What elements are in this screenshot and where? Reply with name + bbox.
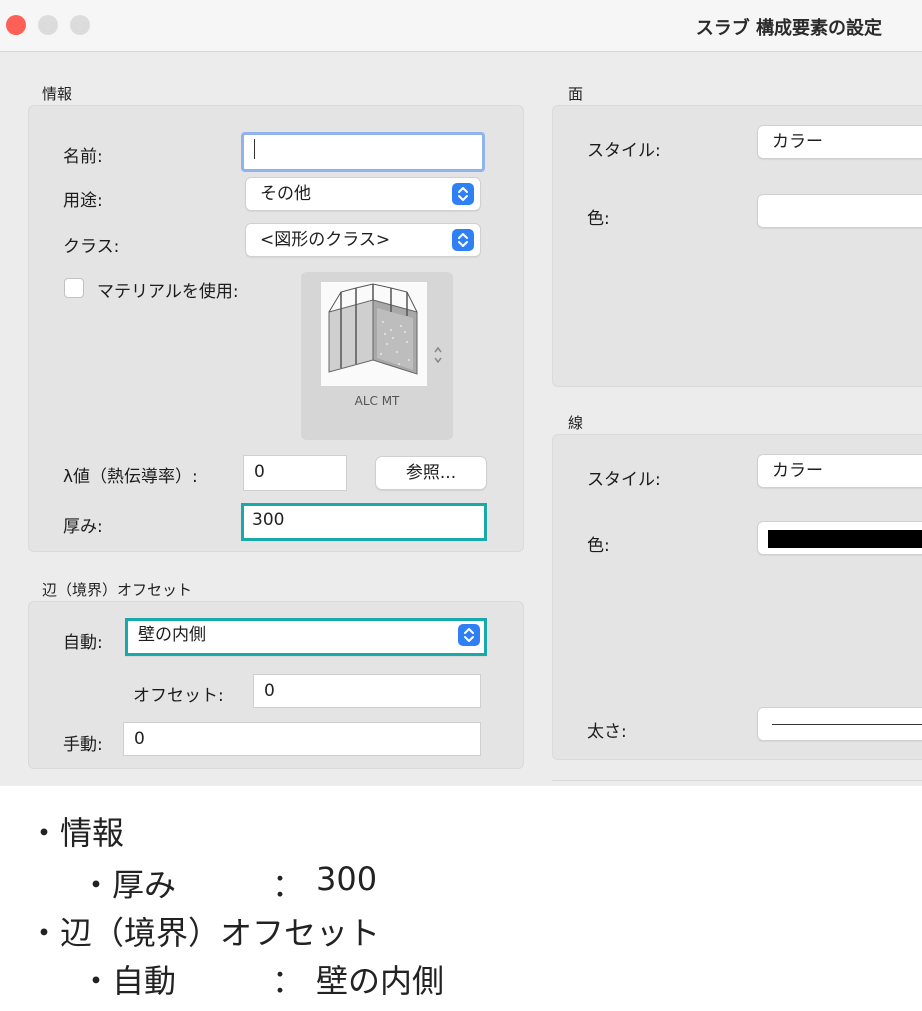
line-style-select[interactable]: カラー (757, 454, 922, 488)
use-select[interactable]: その他 (245, 177, 481, 211)
auto-value: 壁の内側 (138, 625, 206, 645)
thickness-label: 厚み: (63, 517, 103, 537)
chevron-up-down-icon (452, 229, 474, 251)
line-weight-sample (772, 724, 922, 725)
offset-group: 自動: 壁の内側 オフセット: 0 手動: 0 (28, 601, 524, 769)
lambda-label: λ値（熱伝導率）: (63, 467, 198, 487)
note-auto-label: ・自動 (80, 962, 177, 1000)
material-preview[interactable]: ALC MT (301, 272, 453, 440)
face-style-value: カラー (772, 132, 823, 152)
note-thickness-label: ・厚み (80, 866, 177, 904)
offset-field[interactable]: 0 (253, 674, 481, 708)
line-group: スタイル: カラー 色: 太さ: (552, 434, 922, 760)
material-thumbnail (321, 282, 427, 386)
class-select[interactable]: <図形のクラス> (245, 223, 481, 257)
line-section-title: 線 (568, 414, 584, 432)
note-offset: ・辺（境界）オフセット (28, 914, 381, 952)
name-label: 名前: (63, 147, 103, 167)
face-color-swatch[interactable] (757, 194, 922, 228)
info-group: 名前: 用途: その他 クラス: <図形のクラス> マテリアルを使用: ALC … (28, 105, 524, 552)
line-color-fill (768, 530, 922, 548)
chevron-up-down-icon[interactable] (433, 346, 443, 364)
note-thickness-colon: ： (272, 866, 305, 904)
settings-window: スラブ 構成要素の設定 情報 名前: 用途: その他 クラス: <図形のクラス>… (0, 0, 922, 786)
face-style-label: スタイル: (587, 141, 661, 161)
use-material-checkbox[interactable] (64, 278, 84, 298)
use-label: 用途: (63, 191, 103, 211)
window-title: スラブ 構成要素の設定 (695, 18, 882, 39)
chevron-up-down-icon (458, 624, 480, 646)
auto-select[interactable]: 壁の内側 (125, 618, 487, 656)
line-style-label: スタイル: (587, 470, 661, 490)
info-section-title: 情報 (42, 85, 73, 103)
offset-section-title: 辺（境界）オフセット (42, 581, 193, 599)
note-thickness-value: 300 (316, 860, 378, 898)
note-auto-value: 壁の内側 (316, 962, 445, 1000)
close-button[interactable] (6, 15, 26, 35)
chevron-up-down-icon (452, 183, 474, 205)
manual-label: 手動: (63, 735, 103, 755)
class-value: <図形のクラス> (260, 230, 391, 250)
class-label: クラス: (63, 237, 120, 257)
use-material-label: マテリアルを使用: (97, 282, 239, 302)
text-cursor (254, 139, 255, 159)
auto-label: 自動: (63, 633, 103, 653)
note-auto-colon: ： (272, 962, 305, 1000)
face-style-select[interactable]: カラー (757, 125, 922, 159)
thickness-field[interactable]: 300 (241, 503, 487, 541)
line-color-swatch[interactable] (757, 521, 922, 555)
line-weight-select[interactable] (757, 707, 922, 741)
use-value: その他 (260, 184, 311, 204)
title-bar: スラブ 構成要素の設定 (0, 0, 922, 52)
face-section-title: 面 (568, 85, 584, 103)
face-color-label: 色: (587, 209, 610, 229)
browse-button[interactable]: 参照... (375, 456, 487, 490)
wall-cube-icon (328, 283, 418, 375)
notes-area: ・情報 ・厚み ： 300 ・辺（境界）オフセット ・自動 ： 壁の内側 (0, 786, 922, 1011)
line-color-label: 色: (587, 536, 610, 556)
lambda-field[interactable]: 0 (243, 455, 347, 491)
name-field[interactable] (241, 132, 485, 172)
zoom-button[interactable] (70, 15, 90, 35)
face-group: スタイル: カラー 色: (552, 105, 922, 387)
line-style-value: カラー (772, 461, 823, 481)
note-info: ・情報 (28, 814, 125, 852)
material-name: ALC MT (354, 394, 400, 408)
line-weight-label: 太さ: (587, 722, 627, 742)
divider (552, 780, 922, 781)
offset-label: オフセット: (133, 686, 224, 706)
minimize-button[interactable] (38, 15, 58, 35)
manual-field[interactable]: 0 (123, 722, 481, 756)
